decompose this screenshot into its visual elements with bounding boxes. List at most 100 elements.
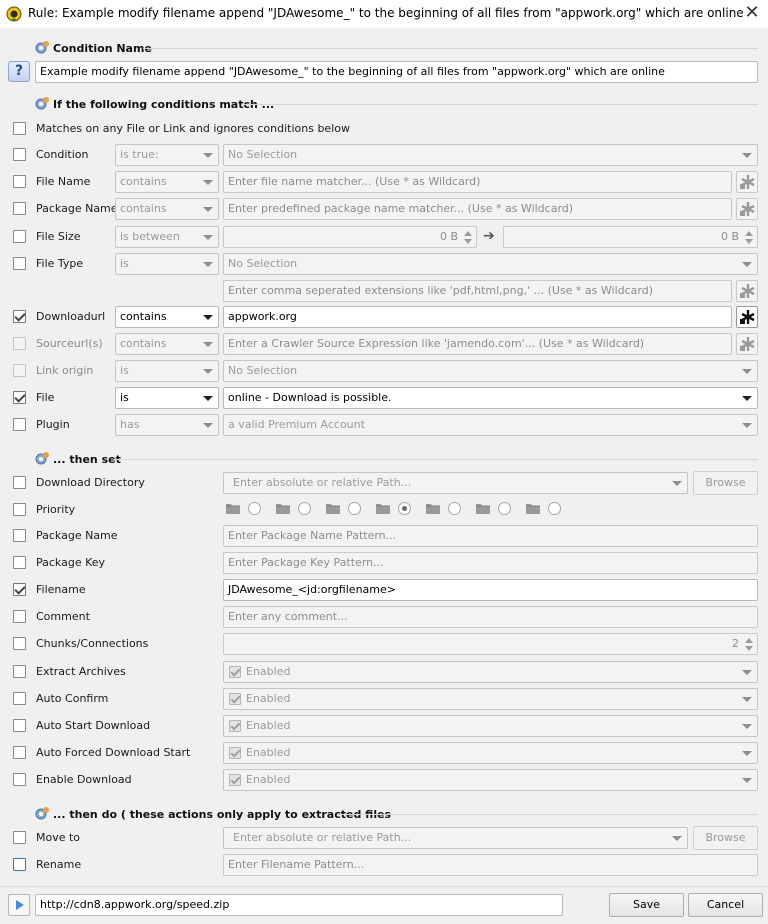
plugin-checkbox[interactable] bbox=[13, 418, 26, 431]
help-button[interactable]: ? bbox=[8, 61, 30, 82]
condition-name-input[interactable]: Example modify filename append "JDAwesom… bbox=[35, 61, 758, 83]
link-origin-operator-select[interactable]: is bbox=[115, 360, 219, 382]
priority-default-icon bbox=[375, 501, 391, 515]
filename-checkbox[interactable] bbox=[13, 583, 26, 596]
package-key-checkbox[interactable] bbox=[13, 556, 26, 569]
set-package-name-label: Package Name bbox=[36, 529, 118, 542]
move-to-checkbox[interactable] bbox=[13, 831, 26, 844]
file-name-input[interactable]: Enter file name matcher... (Use * as Wil… bbox=[223, 171, 732, 193]
file-size-to-spinner[interactable]: 0 B bbox=[503, 226, 758, 248]
file-type-operator-select[interactable]: is bbox=[115, 253, 219, 275]
priority-lowest-radio[interactable] bbox=[248, 502, 261, 515]
sourceurls-checkbox[interactable] bbox=[13, 337, 26, 350]
comment-checkbox[interactable] bbox=[13, 610, 26, 623]
auto-forced-label: Auto Forced Download Start bbox=[36, 746, 191, 759]
auto-forced-checkbox[interactable] bbox=[13, 746, 26, 759]
package-name-operator-select[interactable]: contains bbox=[115, 198, 219, 220]
browse-button[interactable]: Browse bbox=[693, 826, 758, 850]
sourceurls-input[interactable]: Enter a Crawler Source Expression like '… bbox=[223, 333, 732, 355]
move-to-select[interactable]: Enter absolute or relative Path... bbox=[223, 827, 688, 849]
set-package-name-input[interactable]: Enter Package Name Pattern... bbox=[223, 525, 758, 547]
auto-forced-select[interactable]: Enabled bbox=[223, 742, 758, 764]
select-value: Enabled bbox=[246, 665, 291, 678]
package-name-input[interactable]: Enter predefined package name matcher...… bbox=[223, 198, 732, 220]
chunks-checkbox[interactable] bbox=[13, 637, 26, 650]
section-divider bbox=[243, 104, 758, 105]
condition-checkbox[interactable] bbox=[13, 148, 26, 161]
file-size-from-spinner[interactable]: 0 B bbox=[223, 226, 477, 248]
gear-icon bbox=[35, 807, 49, 820]
file-type-value-select[interactable]: No Selection bbox=[223, 253, 758, 275]
rename-checkbox[interactable] bbox=[13, 858, 26, 871]
rename-input[interactable]: Enter Filename Pattern... bbox=[223, 854, 758, 876]
auto-start-checkbox[interactable] bbox=[13, 719, 26, 732]
file-type-checkbox[interactable] bbox=[13, 257, 26, 270]
section-title: Condition Name bbox=[53, 41, 152, 55]
download-directory-select[interactable]: Enter absolute or relative Path... bbox=[223, 472, 688, 494]
priority-lower-radio[interactable] bbox=[298, 502, 311, 515]
enabled-checkbox-icon bbox=[229, 747, 241, 759]
match-any-label: Matches on any File or Link and ignores … bbox=[36, 122, 350, 135]
link-origin-checkbox[interactable] bbox=[13, 364, 26, 377]
wildcard-button[interactable] bbox=[736, 306, 758, 328]
file-checkbox[interactable] bbox=[13, 391, 26, 404]
file-name-checkbox[interactable] bbox=[13, 175, 26, 188]
condition-operator-select[interactable]: is true: bbox=[115, 144, 219, 166]
enable-download-select[interactable]: Enabled bbox=[223, 769, 758, 791]
filename-input[interactable]: JDAwesome_<jd:orgfilename> bbox=[223, 579, 758, 601]
priority-high-icon bbox=[425, 501, 441, 515]
chunks-spinner[interactable]: 2 bbox=[223, 633, 758, 655]
plugin-operator-select[interactable]: has bbox=[115, 414, 219, 436]
link-origin-value-select[interactable]: No Selection bbox=[223, 360, 758, 382]
priority-low-radio[interactable] bbox=[348, 502, 361, 515]
wildcard-button[interactable] bbox=[736, 280, 758, 302]
wildcard-button[interactable] bbox=[736, 171, 758, 193]
gear-icon bbox=[35, 97, 49, 110]
downloadurl-checkbox[interactable] bbox=[13, 310, 26, 323]
file-type-extensions-input[interactable]: Enter comma seperated extensions like 'p… bbox=[223, 280, 732, 302]
sourceurls-label: Sourceurl(s) bbox=[36, 337, 103, 350]
package-name-checkbox[interactable] bbox=[13, 202, 26, 215]
browse-button[interactable]: Browse bbox=[693, 471, 758, 495]
match-any-checkbox[interactable] bbox=[13, 122, 26, 135]
file-status-select[interactable]: online - Download is possible. bbox=[223, 387, 758, 409]
file-name-operator-select[interactable]: contains bbox=[115, 171, 219, 193]
file-operator-select[interactable]: is bbox=[115, 387, 219, 409]
wildcard-icon bbox=[740, 284, 755, 298]
priority-highest-radio[interactable] bbox=[548, 502, 561, 515]
extract-archives-checkbox[interactable] bbox=[13, 665, 26, 678]
priority-higher-radio[interactable] bbox=[498, 502, 511, 515]
priority-default-radio[interactable] bbox=[398, 502, 411, 515]
cancel-button[interactable]: Cancel bbox=[688, 893, 763, 917]
sourceurls-operator-select[interactable]: contains bbox=[115, 333, 219, 355]
file-size-checkbox[interactable] bbox=[13, 230, 26, 243]
package-name-label: Package Name bbox=[36, 202, 118, 215]
enable-download-checkbox[interactable] bbox=[13, 773, 26, 786]
save-button[interactable]: Save bbox=[609, 893, 684, 917]
wildcard-button[interactable] bbox=[736, 198, 758, 220]
wildcard-button[interactable] bbox=[736, 333, 758, 355]
select-value: Enabled bbox=[246, 719, 291, 732]
condition-value-select[interactable]: No Selection bbox=[223, 144, 758, 166]
download-directory-checkbox[interactable] bbox=[13, 476, 26, 489]
comment-input[interactable]: Enter any comment... bbox=[223, 606, 758, 628]
section-divider bbox=[338, 814, 758, 815]
file-size-operator-select[interactable]: is between bbox=[115, 226, 219, 248]
downloadurl-input[interactable]: appwork.org bbox=[223, 306, 732, 328]
set-package-name-checkbox[interactable] bbox=[13, 529, 26, 542]
close-icon[interactable]: ✕ bbox=[740, 4, 764, 24]
auto-confirm-checkbox[interactable] bbox=[13, 692, 26, 705]
extract-archives-select[interactable]: Enabled bbox=[223, 661, 758, 683]
file-label: File bbox=[36, 391, 55, 404]
package-key-input[interactable]: Enter Package Key Pattern... bbox=[223, 552, 758, 574]
priority-checkbox[interactable] bbox=[13, 503, 26, 516]
auto-start-select[interactable]: Enabled bbox=[223, 715, 758, 737]
plugin-value-select[interactable]: a valid Premium Account bbox=[223, 414, 758, 436]
test-url-input[interactable]: http://cdn8.appwork.org/speed.zip bbox=[35, 894, 563, 916]
jdownloader-logo-icon bbox=[6, 6, 22, 22]
play-icon[interactable] bbox=[8, 894, 30, 916]
downloadurl-operator-select[interactable]: contains bbox=[115, 306, 219, 328]
auto-confirm-select[interactable]: Enabled bbox=[223, 688, 758, 710]
priority-high-radio[interactable] bbox=[448, 502, 461, 515]
auto-confirm-label: Auto Confirm bbox=[36, 692, 109, 705]
